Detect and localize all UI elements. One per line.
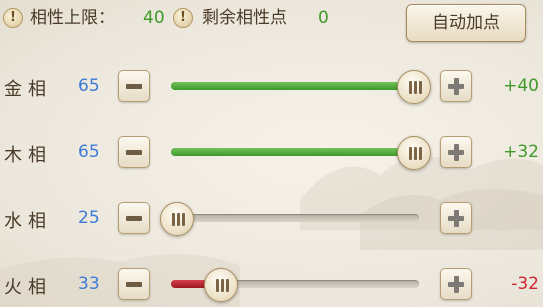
- limit-label: 相性上限：: [30, 8, 115, 28]
- increase-button[interactable]: [440, 136, 472, 168]
- grip-line: [414, 81, 417, 94]
- slider-track[interactable]: [171, 82, 419, 90]
- minus-icon: [126, 282, 142, 287]
- slider-knob-icon[interactable]: [397, 136, 431, 170]
- attribute-value: 25: [78, 208, 100, 228]
- delta-value: -32: [511, 274, 539, 294]
- grip-line: [182, 213, 185, 226]
- attribute-label: 金相: [4, 79, 52, 100]
- slider-knob-icon[interactable]: [204, 268, 238, 302]
- slider-fill: [171, 82, 414, 90]
- grip-line: [409, 147, 412, 160]
- grip-line: [419, 81, 422, 94]
- increase-button[interactable]: [440, 268, 472, 300]
- grip-line: [216, 279, 219, 292]
- increase-button[interactable]: [440, 202, 472, 234]
- attribute-label: 木相: [4, 145, 52, 166]
- plus-icon-vertical: [454, 210, 459, 227]
- delta-value: +32: [503, 142, 539, 162]
- decrease-button[interactable]: [118, 268, 150, 300]
- remaining-label: 剩余相性点: [202, 8, 287, 28]
- grip-line: [414, 147, 417, 160]
- info-icon[interactable]: !: [3, 8, 23, 28]
- decrease-button[interactable]: [118, 70, 150, 102]
- slider-fill: [171, 148, 414, 156]
- info-icon[interactable]: !: [173, 8, 193, 28]
- attribute-row: 木相 65 +32: [0, 133, 543, 173]
- slider-knob-icon[interactable]: [160, 202, 194, 236]
- attribute-row: 水相 25: [0, 199, 543, 239]
- plus-icon-vertical: [454, 144, 459, 161]
- grip-line: [419, 147, 422, 160]
- attribute-label: 水相: [4, 211, 52, 232]
- slider-knob-icon[interactable]: [397, 70, 431, 104]
- decrease-button[interactable]: [118, 136, 150, 168]
- plus-icon-vertical: [454, 78, 459, 95]
- attribute-value: 65: [78, 76, 100, 96]
- minus-icon: [126, 84, 142, 89]
- grip-line: [177, 213, 180, 226]
- auto-allocate-button[interactable]: 自动加点: [406, 4, 526, 42]
- attribute-label: 火相: [4, 277, 52, 298]
- increase-button[interactable]: [440, 70, 472, 102]
- slider-track[interactable]: [171, 148, 419, 156]
- minus-icon: [126, 150, 142, 155]
- minus-icon: [126, 216, 142, 221]
- attribute-row: 火相 33 -32: [0, 265, 543, 305]
- grip-line: [226, 279, 229, 292]
- header-bar: ! 相性上限： 40 ! 剩余相性点 0 自动加点: [0, 0, 543, 44]
- remaining-value: 0: [318, 8, 329, 28]
- attribute-value: 65: [78, 142, 100, 162]
- slider-track[interactable]: [171, 214, 419, 222]
- delta-value: +40: [503, 76, 539, 96]
- attribute-value: 33: [78, 274, 100, 294]
- grip-line: [409, 81, 412, 94]
- grip-line: [221, 279, 224, 292]
- grip-line: [172, 213, 175, 226]
- attribute-row: 金相 65 +40: [0, 67, 543, 107]
- decrease-button[interactable]: [118, 202, 150, 234]
- plus-icon-vertical: [454, 276, 459, 293]
- limit-value: 40: [143, 8, 165, 28]
